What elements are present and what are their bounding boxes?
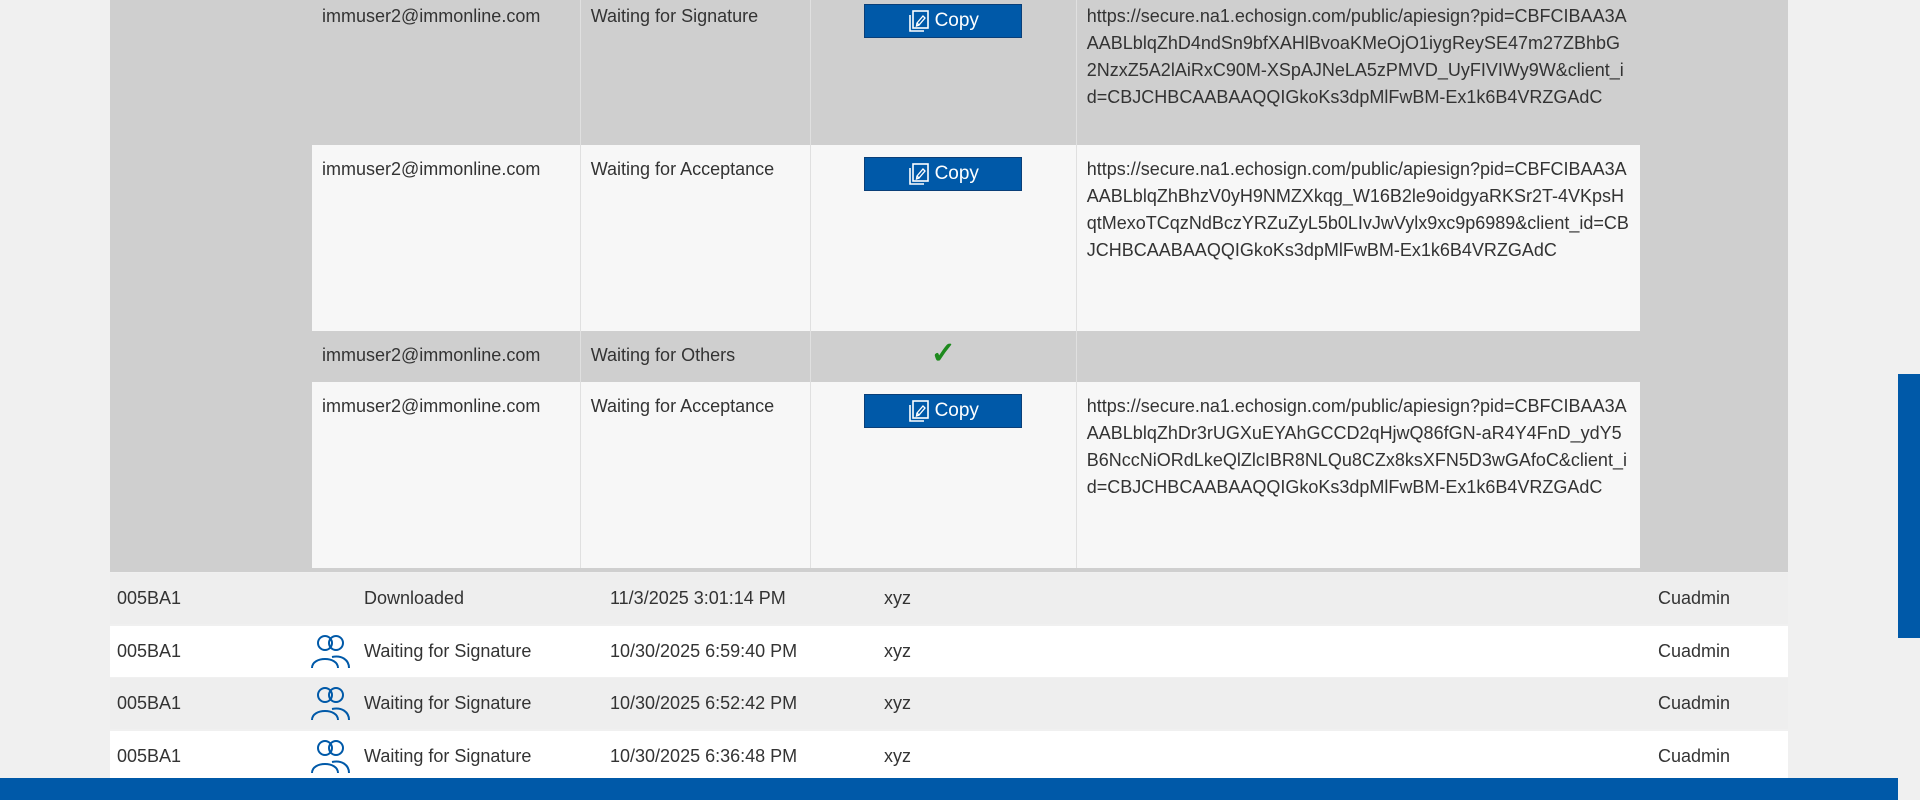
copy-link-button[interactable]: Copy — [864, 4, 1023, 38]
signer-action-cell: Copy — [810, 0, 1077, 145]
signer-row: immuser2@immonline.com Waiting for Accep… — [312, 382, 1640, 568]
scrollbar-thumb[interactable] — [1898, 374, 1920, 638]
signer-email: immuser2@immonline.com — [312, 145, 581, 331]
copy-link-button[interactable]: Copy — [864, 157, 1023, 191]
signer-status: Waiting for Signature — [580, 0, 811, 145]
agreement-id: 005BA1 — [117, 588, 182, 608]
agreement-status: Downloaded — [364, 588, 465, 608]
agreement-name: xyz — [884, 693, 911, 713]
signer-email: immuser2@immonline.com — [312, 0, 581, 145]
signer-action-cell: Copy — [810, 145, 1077, 331]
agreement-name: xyz — [884, 746, 911, 766]
copy-icon — [908, 163, 929, 185]
signer-url: https://secure.na1.echosign.com/public/a… — [1076, 145, 1640, 331]
copy-icon — [908, 400, 929, 422]
users-icon[interactable] — [310, 632, 350, 672]
signer-status: Waiting for Acceptance — [580, 145, 811, 331]
signer-status: Waiting for Others — [580, 331, 811, 382]
signer-url: https://secure.na1.echosign.com/public/a… — [1076, 0, 1640, 145]
agreement-user: Cuadmin — [1658, 641, 1731, 661]
expanded-signer-panel: immuser2@immonline.com Waiting for Signa… — [110, 0, 1788, 572]
agreement-name: xyz — [884, 641, 911, 661]
agreement-user: Cuadmin — [1658, 746, 1731, 766]
agreement-row[interactable]: 005BA1 Waiting for Signature 10/30/2025 … — [110, 731, 1788, 782]
copy-label: Copy — [934, 10, 979, 31]
signer-row: immuser2@immonline.com Waiting for Accep… — [312, 145, 1640, 331]
agreement-date: 11/3/2025 3:01:14 PM — [610, 588, 786, 608]
agreement-row[interactable]: 005BA1 Waiting for Signature 10/30/2025 … — [110, 678, 1788, 729]
agreement-status: Waiting for Signature — [364, 746, 532, 766]
agreement-id: 005BA1 — [117, 746, 182, 766]
signer-status: Waiting for Acceptance — [580, 382, 811, 568]
agreement-user: Cuadmin — [1658, 588, 1731, 608]
copy-label: Copy — [934, 163, 979, 184]
agreement-id: 005BA1 — [117, 641, 182, 661]
users-icon[interactable] — [310, 684, 350, 724]
agreement-row[interactable]: 005BA1 Downloaded 11/3/2025 3:01:14 PM x… — [110, 573, 1788, 624]
agreement-id: 005BA1 — [117, 693, 182, 713]
signer-email: immuser2@immonline.com — [312, 331, 581, 382]
copy-icon — [908, 10, 929, 32]
signer-row: immuser2@immonline.com Waiting for Signa… — [312, 0, 1640, 145]
agreement-user: Cuadmin — [1658, 693, 1731, 713]
signer-table: immuser2@immonline.com Waiting for Signa… — [312, 0, 1640, 568]
signer-email: immuser2@immonline.com — [312, 382, 581, 568]
agreement-status: Waiting for Signature — [364, 693, 532, 713]
agreement-date: 10/30/2025 6:52:42 PM — [610, 693, 798, 713]
agreement-date: 10/30/2025 6:59:40 PM — [610, 641, 798, 661]
agreement-name: xyz — [884, 588, 911, 608]
agreement-date: 10/30/2025 6:36:48 PM — [610, 746, 798, 766]
users-icon[interactable] — [310, 737, 350, 777]
agreement-status: Waiting for Signature — [364, 641, 532, 661]
copy-link-button[interactable]: Copy — [864, 394, 1023, 428]
signer-action-cell: Copy — [810, 382, 1077, 568]
checkmark-icon: ✓ — [930, 337, 956, 370]
agreement-row[interactable]: 005BA1 Waiting for Signature 10/30/2025 … — [110, 626, 1788, 677]
signer-url: https://secure.na1.echosign.com/public/a… — [1076, 382, 1640, 568]
bottom-bar — [0, 778, 1898, 800]
signer-url — [1076, 331, 1640, 382]
signer-action-cell: ✓ — [810, 331, 1077, 382]
copy-label: Copy — [934, 400, 979, 421]
signer-row: immuser2@immonline.com Waiting for Other… — [312, 331, 1640, 382]
